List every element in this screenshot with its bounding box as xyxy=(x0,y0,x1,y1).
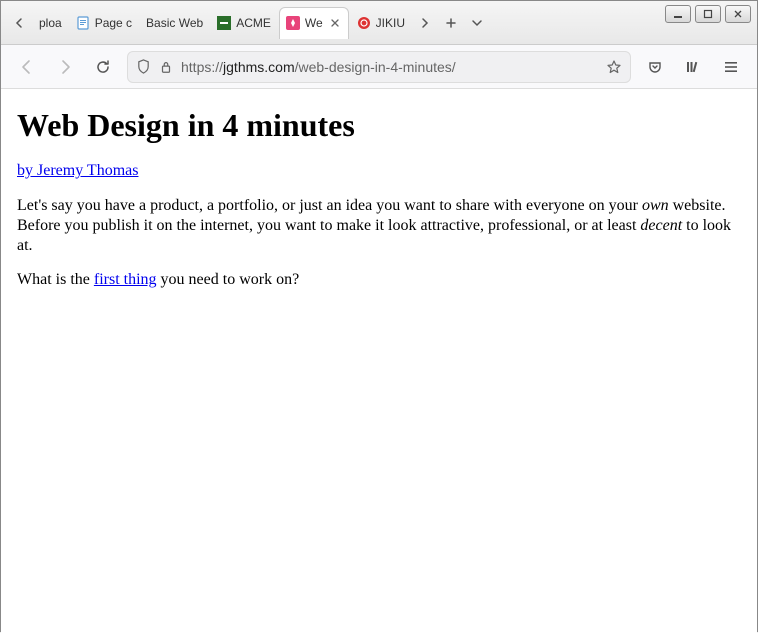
tab-4-active[interactable]: We xyxy=(279,7,349,39)
maximize-button[interactable] xyxy=(695,5,721,23)
tab-0[interactable]: ploa xyxy=(33,7,68,39)
doc-icon xyxy=(76,16,90,30)
question-paragraph: What is the first thing you need to work… xyxy=(17,270,741,290)
address-bar[interactable]: https://jgthms.com/web-design-in-4-minut… xyxy=(127,51,631,83)
tab-3[interactable]: ACME xyxy=(211,7,277,39)
page-content: Web Design in 4 minutes by Jeremy Thomas… xyxy=(1,89,757,633)
acme-icon xyxy=(217,16,231,30)
pocket-button[interactable] xyxy=(641,53,669,81)
app-menu-button[interactable] xyxy=(717,53,745,81)
tab-label: Page c xyxy=(95,16,132,30)
tab-label: ploa xyxy=(39,16,62,30)
forward-button[interactable] xyxy=(51,53,79,81)
titlebar: ploa Page c Basic Web ACME We xyxy=(1,1,757,45)
intro-paragraph: Let's say you have a product, a portfoli… xyxy=(17,196,741,256)
lock-icon[interactable] xyxy=(159,60,173,74)
nav-toolbar: https://jgthms.com/web-design-in-4-minut… xyxy=(1,45,757,89)
tab-label: ACME xyxy=(236,16,271,30)
shield-icon[interactable] xyxy=(136,59,151,74)
tab-1[interactable]: Page c xyxy=(70,7,138,39)
library-button[interactable] xyxy=(679,53,707,81)
url-text: https://jgthms.com/web-design-in-4-minut… xyxy=(181,59,598,75)
spiral-icon xyxy=(357,16,371,30)
window-controls xyxy=(665,1,751,23)
jt-icon xyxy=(286,16,300,30)
tab-label: We xyxy=(305,16,323,30)
close-window-button[interactable] xyxy=(725,5,751,23)
minimize-button[interactable] xyxy=(665,5,691,23)
page-title: Web Design in 4 minutes xyxy=(17,107,741,144)
tab-label: JIKIU xyxy=(376,16,405,30)
first-thing-link[interactable]: first thing xyxy=(94,271,157,288)
tab-5[interactable]: JIKIU xyxy=(351,7,411,39)
all-tabs-button[interactable] xyxy=(465,9,489,37)
byline-link[interactable]: by Jeremy Thomas xyxy=(17,162,138,180)
tab-label: Basic Web xyxy=(146,16,203,30)
new-tab-button[interactable] xyxy=(439,9,463,37)
tab-strip: ploa Page c Basic Web ACME We xyxy=(7,7,665,39)
tab-scroll-right[interactable] xyxy=(413,9,437,37)
reload-button[interactable] xyxy=(89,53,117,81)
tab-scroll-left[interactable] xyxy=(7,9,31,37)
back-button[interactable] xyxy=(13,53,41,81)
bookmark-star-icon[interactable] xyxy=(606,59,622,75)
close-icon[interactable] xyxy=(328,16,342,30)
tab-2[interactable]: Basic Web xyxy=(140,7,209,39)
